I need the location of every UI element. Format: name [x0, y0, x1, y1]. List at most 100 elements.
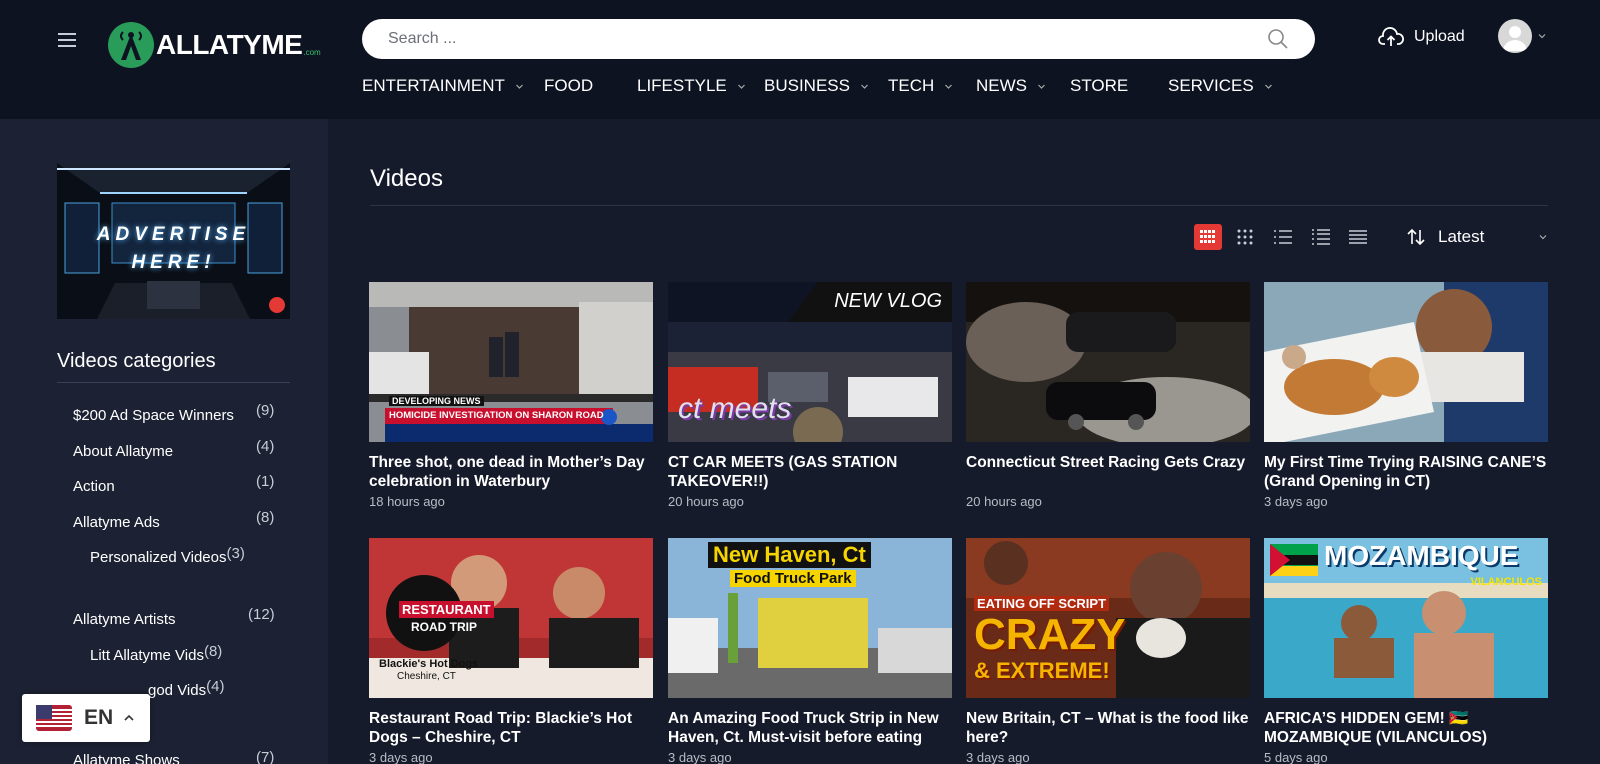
thumb-tag: NEW VLOG: [834, 290, 942, 312]
site-header: ALLATYME .com Upload ENTERTAINMENT: [0, 0, 1600, 119]
video-time: 3 days ago: [966, 750, 1030, 764]
nav-item-news[interactable]: NEWS: [976, 76, 1046, 96]
thumb-headline: New Haven, Ct: [708, 542, 871, 568]
avatar: [1498, 19, 1532, 53]
video-title[interactable]: Restaurant Road Trip: Blackie’s Hot Dogs…: [369, 709, 653, 747]
nav-item-business[interactable]: BUSINESS: [764, 76, 869, 96]
main-content: Videos Latest DEVELOPING NEWS HOMICIDE I…: [328, 119, 1600, 764]
nav-item-tech[interactable]: TECH: [888, 76, 953, 96]
thumb-headline: HOMICIDE INVESTIGATION ON SHARON ROAD: [389, 410, 604, 421]
subcategory-item[interactable]: Litt Allatyme Vids(8): [90, 643, 222, 664]
thumb-subline: VILANCULOS: [1470, 576, 1543, 588]
video-thumbnail[interactable]: EATING OFF SCRIPT CRAZY & EXTREME!: [966, 538, 1250, 698]
video-title[interactable]: My First Time Trying RAISING CANE’S (Gra…: [1264, 453, 1548, 491]
list-detailed-icon: [1312, 229, 1330, 245]
video-card[interactable]: NEW VLOG ct meets CT CAR MEETS (GAS STAT…: [668, 282, 952, 509]
nav-item-lifestyle[interactable]: LIFESTYLE: [637, 76, 746, 96]
logo-mark-icon: [108, 22, 154, 68]
site-logo[interactable]: ALLATYME .com: [108, 22, 321, 68]
user-menu[interactable]: [1498, 19, 1546, 53]
video-card[interactable]: DEVELOPING NEWS HOMICIDE INVESTIGATION O…: [369, 282, 653, 509]
logo-text: ALLATYME: [156, 29, 303, 60]
ad-text-line1: ADVERTISE: [96, 224, 251, 245]
nav-label: BUSINESS: [764, 76, 850, 95]
video-thumbnail[interactable]: New Haven, Ct Food Truck Park: [668, 538, 952, 698]
nav-label: LIFESTYLE: [637, 76, 727, 95]
chevron-down-icon: [945, 84, 953, 89]
nav-label: NEWS: [976, 76, 1027, 95]
sidebar: ADVERTISE HERE! Videos categories $200 A…: [0, 119, 328, 764]
grid-dense-view-button[interactable]: [1194, 224, 1222, 250]
subcategory-item[interactable]: god Vids(4): [148, 678, 224, 699]
video-title[interactable]: CT CAR MEETS (GAS STATION TAKEOVER!!): [668, 453, 952, 491]
video-card[interactable]: Connecticut Street Racing Gets Crazy 20 …: [966, 282, 1250, 509]
thumb-headline: MOZAMBIQUE: [1324, 540, 1519, 571]
video-title[interactable]: New Britain, CT – What is the food like …: [966, 709, 1250, 747]
video-title[interactable]: AFRICA’S HIDDEN GEM! 🇲🇿 MOZAMBIQUE (VILA…: [1264, 709, 1548, 747]
video-thumbnail[interactable]: [966, 282, 1250, 442]
menu-icon[interactable]: [58, 33, 76, 47]
detailed-list-view-button[interactable]: [1307, 224, 1335, 250]
subcategory-item[interactable]: Personalized Videos(3): [90, 545, 245, 566]
category-item[interactable]: Allatyme Shows: [73, 752, 180, 764]
video-card[interactable]: My First Time Trying RAISING CANE’S (Gra…: [1264, 282, 1548, 509]
video-title[interactable]: Three shot, one dead in Mother’s Day cel…: [369, 453, 653, 491]
video-thumbnail[interactable]: RESTAURANT ROAD TRIP Blackie's Hot Dogs …: [369, 538, 653, 698]
category-label: Litt Allatyme Vids: [90, 647, 204, 664]
nav-item-food[interactable]: FOOD: [544, 76, 593, 96]
search-input[interactable]: [388, 30, 1267, 48]
page-title: Videos: [370, 165, 443, 192]
upload-button[interactable]: Upload: [1378, 26, 1465, 48]
video-time: 20 hours ago: [966, 494, 1042, 509]
chevron-down-icon: [1538, 34, 1546, 39]
nav-item-services[interactable]: SERVICES: [1168, 76, 1273, 96]
thumb-headline: ct meets: [678, 392, 792, 425]
chevron-down-icon: [861, 84, 868, 89]
thumb-subline: & EXTREME!: [974, 658, 1110, 683]
category-count: (8): [203, 643, 223, 660]
video-title[interactable]: An Amazing Food Truck Strip in New Haven…: [668, 709, 952, 747]
video-card[interactable]: EATING OFF SCRIPT CRAZY & EXTREME! New B…: [966, 538, 1250, 764]
grid-dense-icon: [1200, 230, 1215, 243]
grid-view-button[interactable]: [1231, 224, 1259, 250]
chevron-down-icon: [1539, 235, 1547, 240]
thumb-subline: Food Truck Park: [730, 570, 856, 587]
divider: [57, 382, 290, 383]
language-switcher[interactable]: EN: [22, 694, 150, 742]
compact-view-button[interactable]: [1344, 224, 1372, 250]
video-title[interactable]: Connecticut Street Racing Gets Crazy: [966, 453, 1250, 491]
video-thumbnail[interactable]: [1264, 282, 1548, 442]
video-thumbnail[interactable]: NEW VLOG ct meets: [668, 282, 952, 442]
chevron-up-icon: [124, 714, 134, 721]
chevron-down-icon: [516, 84, 523, 89]
sort-dropdown[interactable]: Latest: [1406, 222, 1548, 252]
rows-icon: [1349, 230, 1367, 244]
search-bar: [362, 19, 1315, 59]
nav-label: SERVICES: [1168, 76, 1254, 95]
search-icon[interactable]: [1267, 28, 1289, 50]
video-time: 5 days ago: [1264, 750, 1328, 764]
nav-item-store[interactable]: STORE: [1070, 76, 1128, 96]
category-item[interactable]: Allatyme Artists: [73, 611, 176, 628]
thumb-tag: RESTAURANT: [399, 601, 494, 618]
list-icon: [1274, 230, 1292, 244]
video-thumbnail[interactable]: DEVELOPING NEWS HOMICIDE INVESTIGATION O…: [369, 282, 653, 442]
logo-suffix: .com: [303, 47, 321, 57]
video-card[interactable]: RESTAURANT ROAD TRIP Blackie's Hot Dogs …: [369, 538, 653, 764]
video-card[interactable]: New Haven, Ct Food Truck Park An Amazing…: [668, 538, 952, 764]
category-item[interactable]: Allatyme Ads: [73, 514, 160, 531]
list-view-button[interactable]: [1269, 224, 1297, 250]
chevron-down-icon: [737, 84, 745, 89]
sort-icon: [1407, 228, 1425, 246]
advertise-banner[interactable]: ADVERTISE HERE!: [57, 163, 290, 319]
category-item[interactable]: About Allatyme: [73, 443, 173, 460]
language-code: EN: [84, 706, 114, 729]
us-flag-icon: [36, 705, 72, 731]
video-card[interactable]: MOZAMBIQUE VILANCULOS AFRICA’S HIDDEN GE…: [1264, 538, 1548, 764]
category-item[interactable]: Action: [73, 478, 115, 495]
category-count: (7): [256, 749, 275, 764]
thumb-headline: CRAZY: [974, 610, 1126, 659]
video-thumbnail[interactable]: MOZAMBIQUE VILANCULOS: [1264, 538, 1548, 698]
category-item[interactable]: $200 Ad Space Winners: [73, 407, 234, 424]
nav-item-entertainment[interactable]: ENTERTAINMENT: [362, 76, 524, 96]
